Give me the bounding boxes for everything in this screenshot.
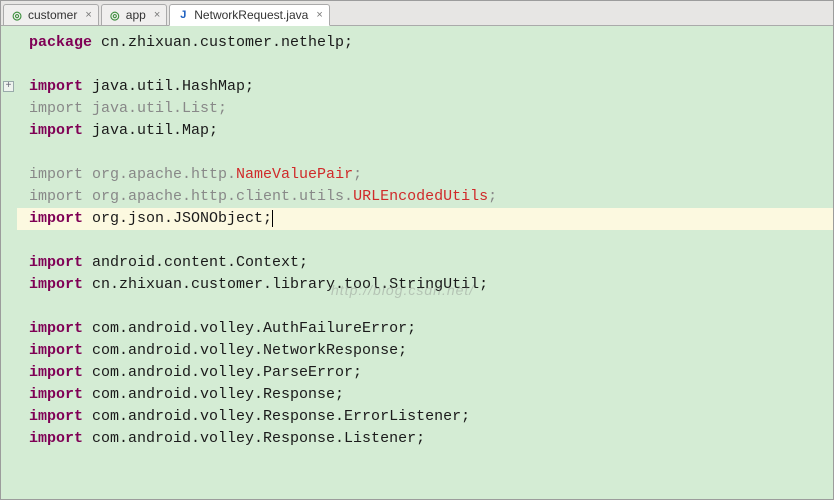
close-icon[interactable]: × (316, 9, 322, 21)
code-token: com.android.volley.Response.ErrorListene… (92, 408, 470, 425)
code-line[interactable] (29, 54, 833, 76)
close-icon[interactable]: × (154, 9, 160, 21)
code-token: import (29, 364, 92, 381)
code-line[interactable]: import java.util.Map; (29, 120, 833, 142)
code-token: import (29, 276, 92, 293)
code-token: package (29, 34, 101, 51)
code-token: import (29, 386, 92, 403)
text-caret (272, 210, 273, 227)
code-line[interactable]: import com.android.volley.NetworkRespons… (29, 340, 833, 362)
gutter: + (1, 26, 17, 499)
fold-expand-icon[interactable]: + (3, 81, 14, 92)
code-line[interactable]: import com.android.volley.Response.Liste… (29, 428, 833, 450)
code-line[interactable]: import java.util.HashMap; (29, 76, 833, 98)
code-token: org.apache.http. (92, 166, 236, 183)
code-line[interactable]: import com.android.volley.Response.Error… (29, 406, 833, 428)
code-token: java.util.List; (92, 100, 227, 117)
code-line[interactable]: import java.util.List; (29, 98, 833, 120)
code-token: import (29, 210, 92, 227)
code-token: import (29, 100, 92, 117)
java-package-icon: ◎ (108, 8, 122, 22)
code-line[interactable]: import cn.zhixuan.customer.library.tool.… (29, 274, 833, 296)
tab-customer[interactable]: ◎ customer × (3, 4, 99, 25)
code-token: ; (488, 188, 497, 205)
code-token: import (29, 122, 92, 139)
code-token: com.android.volley.AuthFailureError; (92, 320, 416, 337)
java-file-icon: J (176, 8, 190, 22)
code-token: com.android.volley.Response.Listener; (92, 430, 425, 447)
code-line[interactable]: package cn.zhixuan.customer.nethelp; (29, 32, 833, 54)
code-line[interactable]: import com.android.volley.Response; (29, 384, 833, 406)
code-token: org.apache.http.client.utils. (92, 188, 353, 205)
code-token: java.util.HashMap; (92, 78, 254, 95)
code-line[interactable]: import org.json.JSONObject; (17, 208, 833, 230)
code-token: java.util.Map; (92, 122, 218, 139)
editor-frame: ◎ customer × ◎ app × J NetworkRequest.java × + p… (0, 0, 834, 500)
tab-label: NetworkRequest.java (194, 8, 308, 22)
tab-networkrequest-java[interactable]: J NetworkRequest.java × (169, 4, 330, 26)
code-token: import (29, 408, 92, 425)
code-token: android.content.Context; (92, 254, 308, 271)
close-icon[interactable]: × (85, 9, 91, 21)
tab-app[interactable]: ◎ app × (101, 4, 167, 25)
code-token: cn.zhixuan.customer.nethelp; (101, 34, 353, 51)
java-package-icon: ◎ (10, 8, 24, 22)
code-line[interactable]: import android.content.Context; (29, 252, 833, 274)
code-token: import (29, 320, 92, 337)
code-line[interactable] (29, 142, 833, 164)
code-token: import (29, 254, 92, 271)
code-line[interactable] (29, 230, 833, 252)
code-token: com.android.volley.Response; (92, 386, 344, 403)
code-token: com.android.volley.NetworkResponse; (92, 342, 407, 359)
code-token: NameValuePair (236, 166, 353, 183)
code-line[interactable]: import com.android.volley.AuthFailureErr… (29, 318, 833, 340)
code-line[interactable] (29, 296, 833, 318)
tab-label: app (126, 8, 146, 22)
code-line[interactable]: import org.apache.http.NameValuePair; (29, 164, 833, 186)
code-token: cn.zhixuan.customer.library.tool.StringU… (92, 276, 488, 293)
code-line[interactable]: import org.apache.http.client.utils.URLE… (29, 186, 833, 208)
tab-label: customer (28, 8, 77, 22)
code-editor[interactable]: + package cn.zhixuan.customer.nethelp; i… (1, 26, 833, 499)
code-token: com.android.volley.ParseError; (92, 364, 362, 381)
code-token: import (29, 342, 92, 359)
tab-bar: ◎ customer × ◎ app × J NetworkRequest.java × (1, 1, 833, 26)
code-token: URLEncodedUtils (353, 188, 488, 205)
code-token: import (29, 166, 92, 183)
code-line[interactable]: import com.android.volley.ParseError; (29, 362, 833, 384)
code-token: org.json.JSONObject; (92, 210, 272, 227)
code-area[interactable]: package cn.zhixuan.customer.nethelp; imp… (17, 26, 833, 499)
code-token: import (29, 430, 92, 447)
code-token: import (29, 188, 92, 205)
code-token: import (29, 78, 92, 95)
code-token: ; (353, 166, 362, 183)
